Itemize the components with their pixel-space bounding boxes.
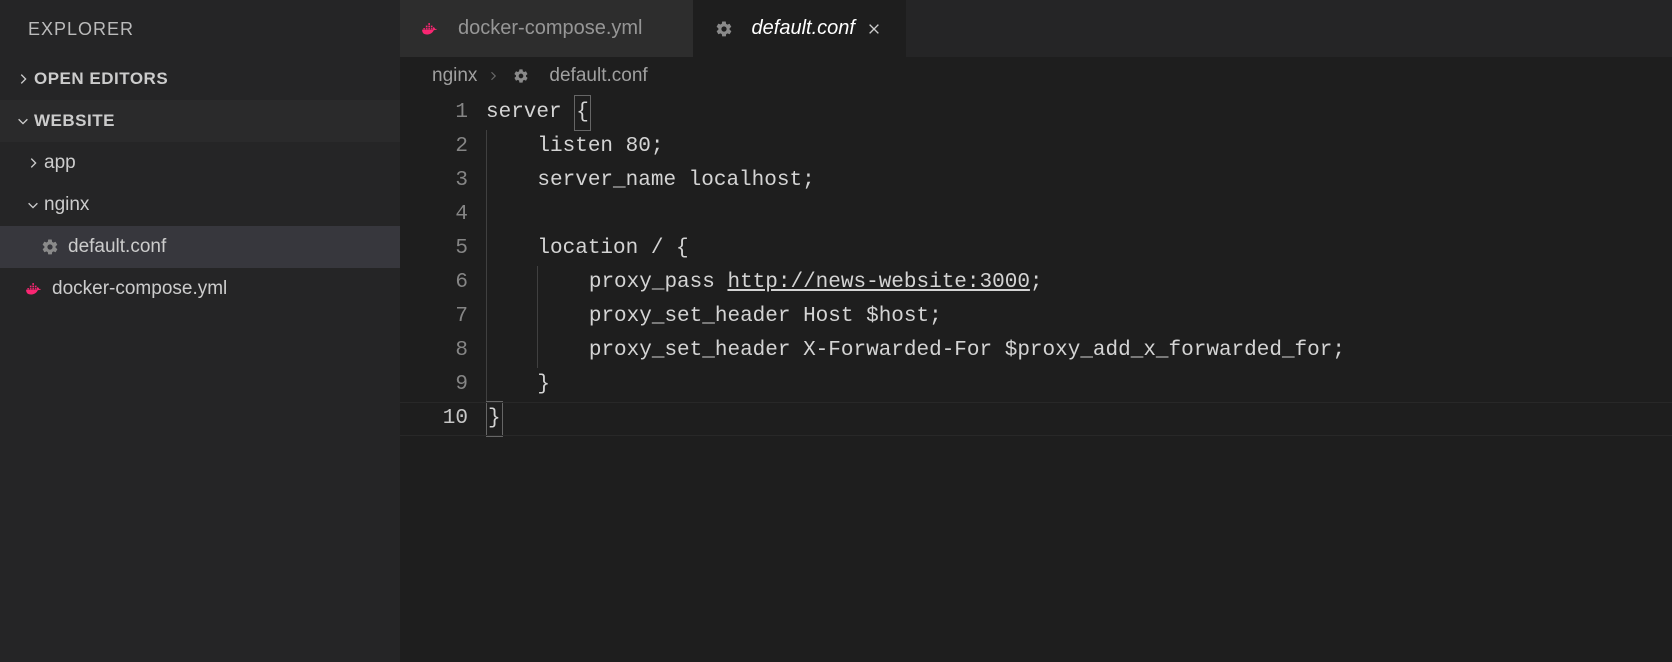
breadcrumb[interactable]: nginx default.conf bbox=[400, 58, 1672, 94]
code-line[interactable]: } bbox=[486, 402, 1672, 436]
line-number: 4 bbox=[400, 198, 468, 232]
gear-icon bbox=[38, 238, 62, 256]
line-number: 5 bbox=[400, 232, 468, 266]
line-number: 7 bbox=[400, 300, 468, 334]
tree-label: app bbox=[44, 152, 400, 174]
line-gutter: 12345678910 bbox=[400, 96, 486, 662]
chevron-down-icon bbox=[12, 114, 34, 128]
docker-icon bbox=[22, 279, 46, 299]
tab-default-conf[interactable]: default.conf bbox=[694, 0, 906, 57]
editor-area: docker-compose.yml default.conf nginx bbox=[400, 0, 1672, 662]
line-number: 9 bbox=[400, 368, 468, 402]
tree-label: nginx bbox=[44, 194, 400, 216]
project-label: WEBSITE bbox=[34, 111, 115, 131]
gear-icon bbox=[509, 68, 533, 84]
tree-folder-nginx[interactable]: nginx bbox=[0, 184, 400, 226]
code-content[interactable]: server { listen 80; server_name localhos… bbox=[486, 96, 1672, 662]
line-number: 8 bbox=[400, 334, 468, 368]
chevron-down-icon bbox=[22, 198, 44, 212]
code-line[interactable]: proxy_set_header X-Forwarded-For $proxy_… bbox=[486, 334, 1672, 368]
line-number: 10 bbox=[400, 402, 468, 436]
open-editors-header[interactable]: OPEN EDITORS bbox=[0, 58, 400, 100]
chevron-right-icon bbox=[12, 72, 34, 86]
code-line[interactable]: proxy_pass http://news-website:3000; bbox=[486, 266, 1672, 300]
line-number: 3 bbox=[400, 164, 468, 198]
line-number: 2 bbox=[400, 130, 468, 164]
project-header[interactable]: WEBSITE bbox=[0, 100, 400, 142]
line-number: 6 bbox=[400, 266, 468, 300]
code-line[interactable]: location / { bbox=[486, 232, 1672, 266]
tab-label: default.conf bbox=[752, 17, 855, 40]
code-line[interactable] bbox=[486, 198, 1672, 232]
explorer-sidebar: EXPLORER OPEN EDITORS WEBSITE app bbox=[0, 0, 400, 662]
breadcrumb-segment[interactable]: nginx bbox=[432, 65, 477, 87]
code-line[interactable]: } bbox=[486, 368, 1672, 402]
code-line[interactable]: server { bbox=[486, 96, 1672, 130]
chevron-right-icon bbox=[22, 156, 44, 170]
tree-file-default-conf[interactable]: default.conf bbox=[0, 226, 400, 268]
url-link[interactable]: http://news-website:3000 bbox=[727, 266, 1029, 300]
open-editors-label: OPEN EDITORS bbox=[34, 69, 168, 89]
tree-label: default.conf bbox=[68, 236, 400, 258]
tab-docker-compose[interactable]: docker-compose.yml bbox=[400, 0, 694, 57]
explorer-title: EXPLORER bbox=[0, 0, 400, 58]
gear-icon bbox=[712, 20, 736, 38]
code-line[interactable]: server_name localhost; bbox=[486, 164, 1672, 198]
tree-file-docker-compose[interactable]: docker-compose.yml bbox=[0, 268, 400, 310]
code-editor[interactable]: 12345678910 server { listen 80; server_n… bbox=[400, 94, 1672, 662]
file-tree: app nginx default.conf docker-compose.ym… bbox=[0, 142, 400, 310]
code-line[interactable]: listen 80; bbox=[486, 130, 1672, 164]
tree-label: docker-compose.yml bbox=[52, 278, 400, 300]
docker-icon bbox=[418, 19, 442, 39]
tree-folder-app[interactable]: app bbox=[0, 142, 400, 184]
tab-bar: docker-compose.yml default.conf bbox=[400, 0, 1672, 58]
breadcrumb-segment[interactable]: default.conf bbox=[549, 65, 647, 87]
code-line[interactable]: proxy_set_header Host $host; bbox=[486, 300, 1672, 334]
chevron-right-icon bbox=[487, 70, 499, 82]
close-icon[interactable] bbox=[865, 20, 883, 38]
line-number: 1 bbox=[400, 96, 468, 130]
app-root: EXPLORER OPEN EDITORS WEBSITE app bbox=[0, 0, 1672, 662]
tab-label: docker-compose.yml bbox=[458, 17, 643, 40]
